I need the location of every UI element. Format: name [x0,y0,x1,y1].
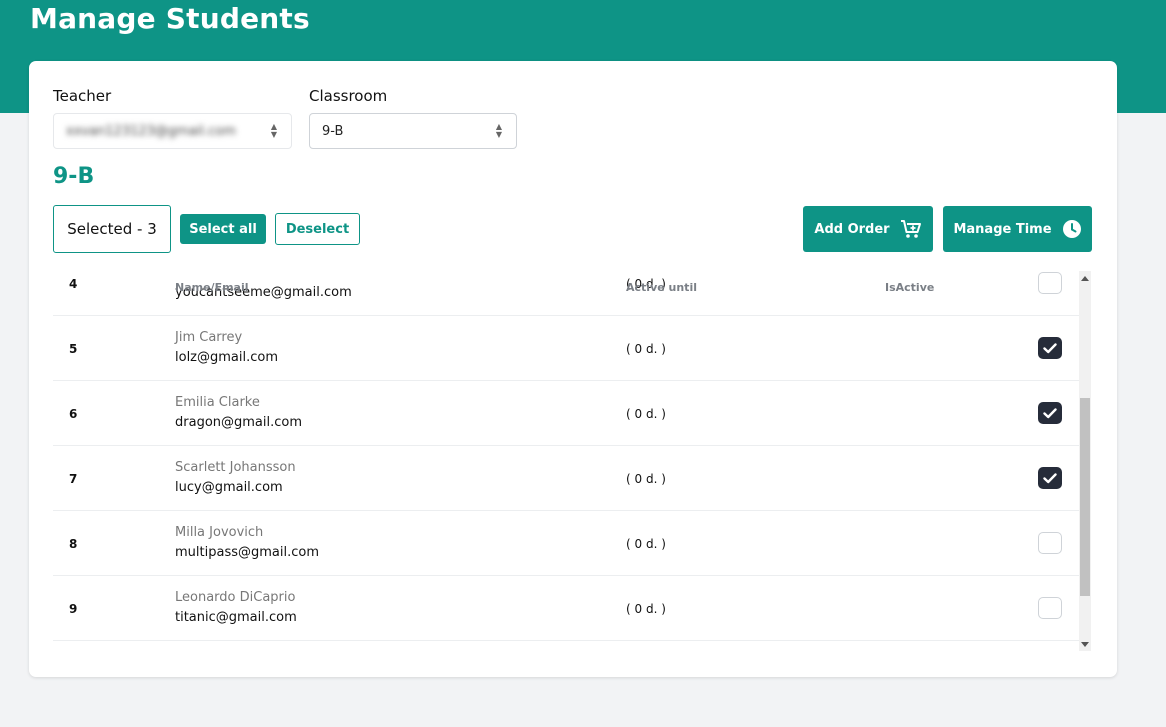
main-card: Teacher xxvan123123@gmail.com ▲ ▼ Classro… [29,61,1117,677]
active-until-value: ( 0 d. ) [626,471,666,486]
student-name: Milla Jovovich [175,525,264,540]
checkmark-icon [1043,342,1057,353]
column-header-is-active: IsActive [885,281,935,294]
checkmark-icon [1043,472,1057,483]
add-order-button[interactable]: Add Order [803,206,933,252]
student-email: titanic@gmail.com [175,610,297,625]
student-name: Jim Carrey [175,330,243,345]
classroom-select-value: 9-B [322,123,344,139]
row-number: 6 [69,406,78,421]
select-arrows-icon: ▲ ▼ [270,122,278,139]
cart-plus-icon [900,220,921,238]
teacher-select-value: xxvan123123@gmail.com [66,123,236,139]
is-active-checkbox[interactable] [1038,402,1062,424]
student-email: dragon@gmail.com [175,415,303,430]
manage-time-label: Manage Time [953,221,1052,237]
select-all-button[interactable]: Select all [180,214,266,244]
teacher-label: Teacher [53,87,112,105]
student-email: multipass@gmail.com [175,545,319,560]
page-title: Manage Students [30,2,310,35]
teacher-select[interactable]: xxvan123123@gmail.com ▲ ▼ [53,113,292,149]
row-number: 4 [69,276,78,291]
scroll-up-arrow-icon[interactable] [1079,271,1091,285]
classroom-select[interactable]: 9-B ▲ ▼ [309,113,517,149]
student-email: lolz@gmail.com [175,350,279,365]
select-arrows-icon: ▲ ▼ [495,122,503,139]
is-active-checkbox[interactable] [1038,532,1062,554]
table-scrollbar[interactable] [1079,271,1091,651]
classroom-heading: 9-B [53,164,95,189]
table-row: 8 Milla Jovovich multipass@gmail.com ( 0 d.… [53,511,1079,576]
student-name: Emilia Clarke [175,395,260,410]
students-table: 4 youcantseeme@gmail.com( 0 d. ) 5 Jim Carr… [53,271,1091,651]
table-row: 7 Scarlett Johansson lucy@gmail.com ( 0 d. … [53,446,1079,511]
active-until-value: ( 0 d. ) [626,601,666,616]
column-header-active-until: Active until [626,281,697,294]
row-number: 8 [69,536,78,551]
student-name: Leonardo DiCaprio [175,590,296,605]
deselect-button[interactable]: Deselect [275,213,360,245]
column-header-name-email: Name/Email [175,281,249,294]
selected-count: Selected - 3 [53,205,171,253]
scroll-down-arrow-icon[interactable] [1079,637,1091,651]
add-order-label: Add Order [814,221,890,237]
active-until-value: ( 0 d. ) [626,406,666,421]
active-until-value: ( 0 d. ) [626,341,666,356]
is-active-checkbox[interactable] [1038,467,1062,489]
table-row: 9 Leonardo DiCaprio titanic@gmail.com ( 0 d… [53,576,1079,641]
row-number: 5 [69,341,78,356]
student-name: Scarlett Johansson [175,460,296,475]
is-active-checkbox[interactable] [1038,597,1062,619]
table-row: 6 Emilia Clarke dragon@gmail.com ( 0 d. ) [53,381,1079,446]
scroll-thumb[interactable] [1080,398,1090,596]
is-active-checkbox[interactable] [1038,337,1062,359]
checkmark-icon [1043,407,1057,418]
student-email: lucy@gmail.com [175,480,283,495]
is-active-checkbox[interactable] [1038,272,1062,294]
row-number: 7 [69,471,78,486]
clock-icon [1062,220,1081,238]
table-row: 5 Jim Carrey lolz@gmail.com ( 0 d. ) [53,316,1079,381]
active-until-value: ( 0 d. ) [626,536,666,551]
row-number: 9 [69,601,78,616]
manage-time-button[interactable]: Manage Time [943,206,1092,252]
classroom-label: Classroom [309,87,388,105]
